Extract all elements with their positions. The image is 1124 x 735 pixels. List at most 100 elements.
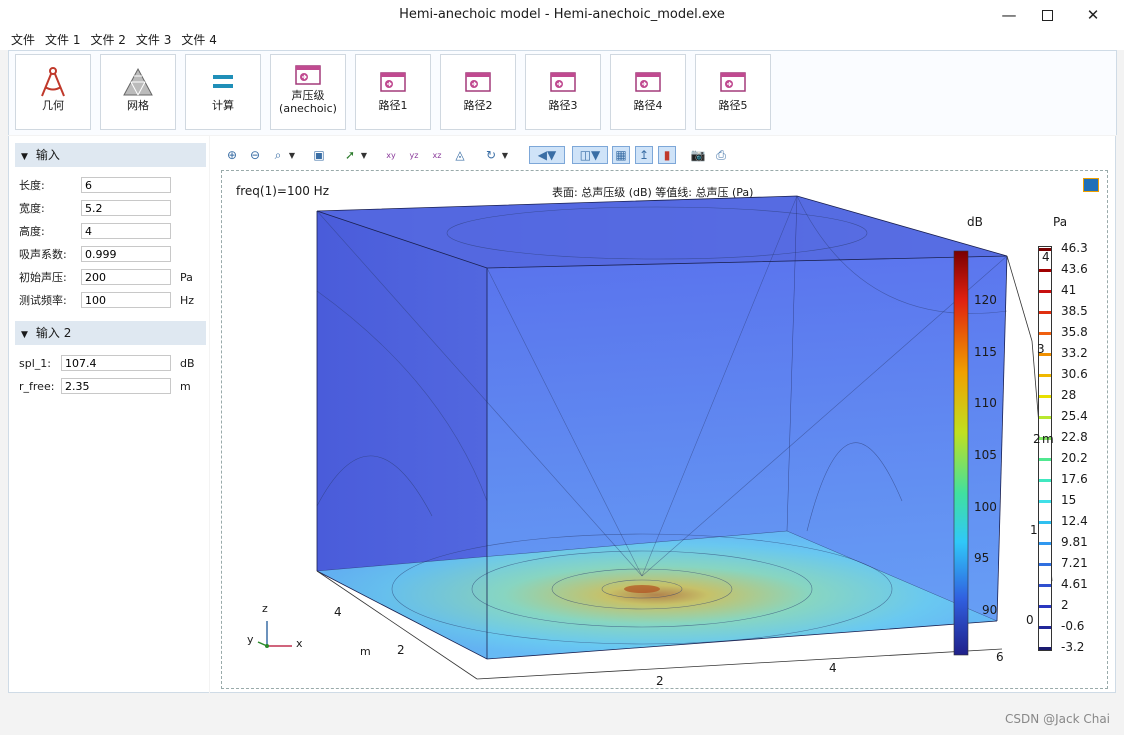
pa-legend-swatch bbox=[1039, 542, 1051, 545]
pa-tick: 35.8 bbox=[1061, 325, 1088, 339]
menu-file-1[interactable]: 文件 1 bbox=[40, 30, 85, 50]
x-tick: 6 bbox=[996, 650, 1004, 664]
view-xz-button[interactable]: xz bbox=[428, 146, 446, 164]
pa-tick: 17.6 bbox=[1061, 472, 1088, 486]
path4-button[interactable]: 路径4 bbox=[610, 54, 686, 130]
geometry-icon bbox=[41, 67, 65, 97]
pa-tick: 43.6 bbox=[1061, 262, 1088, 276]
compute-icon bbox=[213, 75, 233, 88]
pa-tick: 30.6 bbox=[1061, 367, 1088, 381]
axis-dropdown[interactable]: ▼ bbox=[359, 146, 369, 164]
y-tick: 2 bbox=[397, 643, 405, 657]
pa-tick: 38.5 bbox=[1061, 304, 1088, 318]
pa-legend-swatch bbox=[1039, 269, 1051, 272]
plot-icon bbox=[635, 72, 661, 92]
zoom-out-button[interactable]: ⊖ bbox=[246, 146, 264, 164]
maximize-button[interactable] bbox=[1024, 0, 1070, 30]
screenshot-button[interactable]: 📷 bbox=[689, 146, 707, 164]
zoom-dropdown[interactable]: ▼ bbox=[287, 146, 297, 164]
db-tick: 105 bbox=[974, 448, 997, 462]
pa-legend-swatch bbox=[1039, 395, 1051, 398]
graphics-window[interactable]: 46.3 43.6 41 38.5 35.8 33.2 30.6 28 25.4 22.8 20.2… bbox=[221, 170, 1108, 689]
pa-tick: 12.4 bbox=[1061, 514, 1088, 528]
menu-file-3[interactable]: 文件 3 bbox=[131, 30, 176, 50]
z-tick: 2 bbox=[1033, 432, 1041, 446]
triad-x-label: x bbox=[296, 637, 303, 650]
pa-tick: 9.81 bbox=[1061, 535, 1088, 549]
view-yz-button[interactable]: yz bbox=[405, 146, 423, 164]
status-bar: CSDN @Jack Chai bbox=[0, 693, 1124, 735]
length-input[interactable] bbox=[81, 177, 171, 193]
height-input[interactable] bbox=[81, 223, 171, 239]
z-tick: 4 bbox=[1042, 250, 1050, 264]
path2-button[interactable]: 路径2 bbox=[440, 54, 516, 130]
zoom-box-button[interactable]: ⌕ bbox=[269, 146, 287, 164]
path2-label: 路径2 bbox=[463, 99, 493, 112]
mesh-label: 网格 bbox=[127, 99, 149, 112]
spl1-input[interactable] bbox=[61, 355, 171, 371]
path3-button[interactable]: 路径3 bbox=[525, 54, 601, 130]
pa-tick: 33.2 bbox=[1061, 346, 1088, 360]
zoom-out-icon: ⊖ bbox=[249, 148, 261, 162]
test-frequency-input[interactable] bbox=[81, 292, 171, 308]
geometry-button[interactable]: 几何 bbox=[15, 54, 91, 130]
initial-pressure-input[interactable] bbox=[81, 269, 171, 285]
x-tick: 4 bbox=[829, 661, 837, 675]
z-tick: 3 bbox=[1037, 342, 1045, 356]
maximize-icon bbox=[1041, 9, 1053, 21]
light-icon: ◀▼ bbox=[537, 148, 557, 162]
plot-icon bbox=[465, 72, 491, 92]
zoom-extents-icon: ▣ bbox=[313, 148, 325, 162]
z-tick: 1 bbox=[1030, 523, 1038, 537]
view-3d-button[interactable]: ◬ bbox=[451, 146, 469, 164]
zoom-extents-button[interactable]: ▣ bbox=[310, 146, 328, 164]
view-options-icon[interactable] bbox=[1083, 178, 1099, 192]
zoom-in-button[interactable]: ⊕ bbox=[223, 146, 241, 164]
legend-button[interactable]: ▮ bbox=[658, 146, 676, 164]
mesh-button[interactable]: 网格 bbox=[100, 54, 176, 130]
graphics-toolbar: ⊕ ⊖ ⌕ ▼ ▣ ➚ ▼ xy yz xz ◬ ↻ ▼ ◀▼ ◫▼ ▦ ↥ ▮… bbox=[220, 143, 1100, 169]
light-button[interactable]: ◀▼ bbox=[529, 146, 565, 164]
scene-button[interactable]: ◫▼ bbox=[572, 146, 608, 164]
rotate-button[interactable]: ↻ bbox=[482, 146, 500, 164]
width-input[interactable] bbox=[81, 200, 171, 216]
db-tick: 100 bbox=[974, 500, 997, 514]
pa-legend-frame bbox=[1038, 246, 1052, 651]
input-panel: ▼ 输入 长度: 宽度: 高度: 吸声系数: 初始声压: Pa 测试频率: Hz ▼ 输… bbox=[8, 136, 209, 693]
view-xz-icon: xz bbox=[432, 150, 442, 160]
compute-button[interactable]: 计算 bbox=[185, 54, 261, 130]
pressure-unit: Pa bbox=[180, 271, 193, 284]
menu-file-2[interactable]: 文件 2 bbox=[85, 30, 130, 50]
axes-button[interactable]: ↥ bbox=[635, 146, 653, 164]
path1-button[interactable]: 路径1 bbox=[355, 54, 431, 130]
grid-button[interactable]: ▦ bbox=[612, 146, 630, 164]
pa-legend-swatch bbox=[1039, 311, 1051, 314]
view-xy-button[interactable]: xy bbox=[382, 146, 400, 164]
watermark: CSDN @Jack Chai bbox=[1005, 712, 1110, 726]
axis-icon: ➚ bbox=[344, 148, 356, 162]
menu-file[interactable]: 文件 bbox=[6, 30, 40, 50]
path5-button[interactable]: 路径5 bbox=[695, 54, 771, 130]
geometry-label: 几何 bbox=[42, 99, 64, 112]
pa-tick: 28 bbox=[1061, 388, 1077, 402]
collapse-icon: ▼ bbox=[21, 330, 28, 340]
db-colorbar bbox=[953, 250, 969, 656]
rotate-dropdown[interactable]: ▼ bbox=[500, 146, 510, 164]
close-icon: ✕ bbox=[1086, 6, 1100, 24]
graphics-panel: ⊕ ⊖ ⌕ ▼ ▣ ➚ ▼ xy yz xz ◬ ↻ ▼ ◀▼ ◫▼ ▦ ↥ ▮… bbox=[210, 136, 1116, 693]
view-xy-icon: xy bbox=[386, 150, 396, 160]
pa-legend-swatch bbox=[1039, 332, 1051, 335]
z-unit-label: m bbox=[1042, 432, 1054, 446]
absorption-input[interactable] bbox=[81, 246, 171, 262]
print-button[interactable]: ⎙ bbox=[712, 146, 730, 164]
input-section-header[interactable]: ▼ 输入 bbox=[15, 143, 206, 167]
spl-anechoic-button[interactable]: 声压级 (anechoic) bbox=[270, 54, 346, 130]
height-label: 高度: bbox=[19, 225, 45, 238]
input2-section-header[interactable]: ▼ 输入 2 bbox=[15, 321, 206, 345]
close-button[interactable]: ✕ bbox=[1070, 0, 1116, 30]
rfree-input[interactable] bbox=[61, 378, 171, 394]
menu-file-4[interactable]: 文件 4 bbox=[176, 30, 221, 50]
axis-orientation-button[interactable]: ➚ bbox=[341, 146, 359, 164]
plot-icon bbox=[295, 65, 321, 85]
axes-icon: ↥ bbox=[638, 148, 650, 162]
